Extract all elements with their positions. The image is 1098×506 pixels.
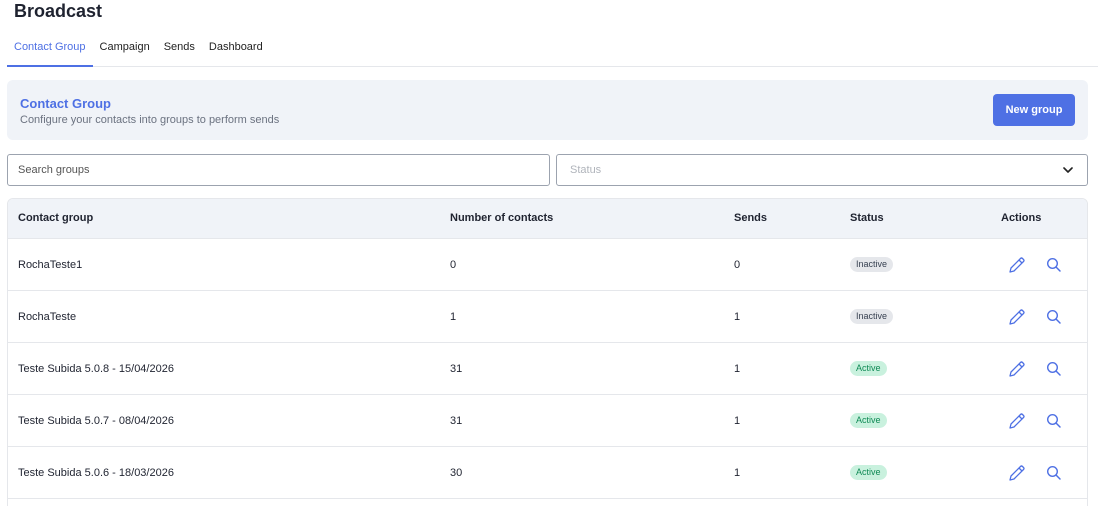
search-icon[interactable] (1046, 413, 1062, 429)
chevron-down-icon (1063, 167, 1073, 173)
cell-group-name: RochaTeste1 (18, 259, 83, 271)
table-row: RochaTeste1 0 0 Inactive (8, 239, 1087, 291)
tab-dashboard[interactable]: Dashboard (202, 39, 270, 66)
pencil-icon[interactable] (1007, 463, 1027, 483)
cell-sends: 1 (734, 467, 741, 479)
pencil-icon[interactable] (1007, 255, 1027, 275)
table-row: RochaTeste 1 1 Inactive (8, 291, 1087, 343)
status-badge: Active (850, 465, 887, 480)
page-title: Broadcast (14, 1, 103, 21)
cell-sends: 0 (734, 259, 741, 271)
cell-contacts: 30 (450, 467, 463, 479)
header-contact-group: Contact group (18, 212, 94, 224)
status-badge: Inactive (850, 257, 894, 272)
search-groups-input[interactable] (7, 154, 550, 186)
header-actions: Actions (1001, 212, 1042, 224)
cell-group-name: Teste Subida 5.0.6 - 18/03/2026 (18, 467, 174, 479)
cell-group-name: RochaTeste (18, 311, 77, 323)
cell-contacts: 0 (450, 259, 457, 271)
header-status: Status (850, 212, 884, 224)
section-title: Contact Group (20, 96, 111, 111)
new-group-button[interactable]: New group (993, 94, 1075, 126)
section-header-card: Contact Group Configure your contacts in… (7, 80, 1088, 140)
status-badge: Inactive (850, 309, 894, 324)
tab-campaign[interactable]: Campaign (93, 39, 157, 66)
search-icon[interactable] (1046, 257, 1062, 273)
pencil-icon[interactable] (1007, 411, 1027, 431)
contact-groups-table: Contact group Number of contacts Sends S… (7, 198, 1088, 506)
table-row: Teste Subida 5.0.7 - 08/04/2026 31 1 Act… (8, 395, 1087, 447)
cell-contacts: 1 (450, 311, 457, 323)
cell-sends: 1 (734, 415, 741, 427)
pencil-icon[interactable] (1007, 359, 1027, 379)
cell-contacts: 31 (450, 363, 463, 375)
table-row: Teste Subida 5.0.6 - 18/03/2026 30 1 Act… (8, 447, 1087, 499)
cell-sends: 1 (734, 311, 741, 323)
status-badge: Active (850, 413, 887, 428)
tab-contact-group[interactable]: Contact Group (7, 39, 93, 67)
cell-sends: 1 (734, 363, 741, 375)
cell-group-name: Teste Subida 5.0.8 - 15/04/2026 (18, 363, 174, 375)
search-icon[interactable] (1046, 361, 1062, 377)
table-row: Teste Subida 5.0.8 - 15/04/2026 31 1 Act… (8, 343, 1087, 395)
cell-contacts: 31 (450, 415, 463, 427)
status-select[interactable]: Status (556, 154, 1088, 186)
broadcast-page: Broadcast Contact Group Campaign Sends D… (0, 0, 1098, 506)
search-icon[interactable] (1046, 309, 1062, 325)
header-number-of-contacts: Number of contacts (450, 212, 554, 224)
tab-bar: Contact Group Campaign Sends Dashboard (7, 39, 1098, 67)
status-placeholder: Status (570, 164, 602, 176)
cell-group-name: Teste Subida 5.0.7 - 08/04/2026 (18, 415, 174, 427)
section-subtitle: Configure your contacts into groups to p… (20, 114, 280, 126)
pencil-icon[interactable] (1007, 307, 1027, 327)
status-badge: Active (850, 361, 887, 376)
header-sends: Sends (734, 212, 768, 224)
table-header: Contact group Number of contacts Sends S… (8, 199, 1087, 239)
search-icon[interactable] (1046, 465, 1062, 481)
tab-sends[interactable]: Sends (157, 39, 202, 66)
